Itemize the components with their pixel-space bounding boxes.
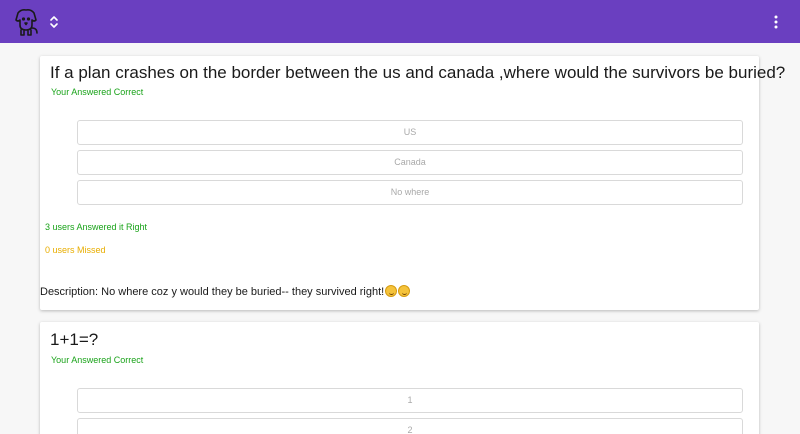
answer-description: Description: No where coz y would they b… xyxy=(40,285,411,298)
laughing-emoji-icon xyxy=(385,285,398,297)
question-card: 1+1=? Your Answered Correct 1 2 xyxy=(40,322,759,434)
more-vertical-icon[interactable] xyxy=(771,14,781,30)
missed-count: 0 users Missed xyxy=(45,245,106,255)
answer-option[interactable]: Canada xyxy=(77,150,743,175)
answer-option[interactable]: US xyxy=(77,120,743,145)
dog-icon[interactable] xyxy=(10,6,42,38)
app-header xyxy=(0,0,800,43)
answer-result: Your Answered Correct xyxy=(51,87,144,97)
answer-option[interactable]: 2 xyxy=(77,418,743,434)
question-text: If a plan crashes on the border between … xyxy=(50,63,786,82)
answer-option[interactable]: 1 xyxy=(77,388,743,413)
chevron-up-down-icon[interactable] xyxy=(49,14,59,30)
laughing-emoji-icon xyxy=(398,285,411,297)
correct-count: 3 users Answered it Right xyxy=(45,222,148,232)
answer-result: Your Answered Correct xyxy=(51,355,144,365)
question-text: 1+1=? xyxy=(50,330,99,349)
answer-option[interactable]: No where xyxy=(77,180,743,205)
description-text: Description: No where coz y would they b… xyxy=(40,286,385,298)
question-card: If a plan crashes on the border between … xyxy=(40,56,785,310)
